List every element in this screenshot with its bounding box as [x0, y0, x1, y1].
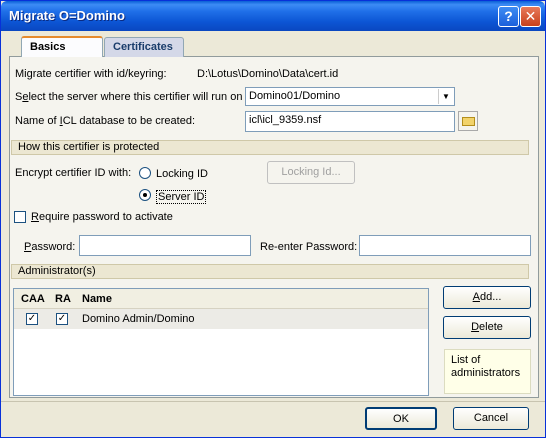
chevron-down-icon[interactable]: ▼ — [438, 89, 453, 104]
title-bar[interactable]: Migrate O=Domino ? ✕ — [1, 1, 545, 31]
delete-accel: D — [471, 321, 480, 333]
server-id-radio[interactable] — [139, 189, 151, 201]
close-button[interactable]: ✕ — [520, 6, 541, 27]
certifier-label: Migrate certifier with id/keyring: — [15, 68, 167, 80]
footer-divider — [1, 401, 545, 402]
column-ra[interactable]: RA — [55, 293, 71, 305]
password-input[interactable] — [79, 235, 251, 256]
administrators-info: List of administrators — [444, 349, 531, 394]
window-title: Migrate O=Domino — [9, 8, 125, 23]
table-header: CAA RA Name — [14, 289, 428, 309]
require-password-label: Require password to activate — [31, 211, 173, 223]
cancel-button[interactable]: Cancel — [453, 407, 529, 430]
server-label-post: lect the server where this certifier wil… — [28, 91, 249, 103]
administrators-table[interactable]: CAA RA Name ✓ ✓ Domino Admin/Domino — [13, 288, 429, 396]
delete-text: elete — [479, 321, 503, 333]
add-accel: A — [472, 291, 480, 303]
ok-button[interactable]: OK — [365, 407, 437, 430]
browse-folder-button[interactable] — [458, 111, 478, 131]
delete-admin-button[interactable]: Delete — [443, 316, 531, 339]
server-id-label: Server ID — [156, 190, 207, 204]
reenter-password-label: Re-enter Password: — [260, 241, 358, 253]
require-password-accel: R — [31, 211, 39, 223]
server-select-value: Domino01/Domino — [249, 90, 341, 102]
help-button[interactable]: ? — [498, 6, 519, 27]
encrypt-label: Encrypt certifier ID with: — [15, 167, 132, 179]
certifier-path: D:\Lotus\Domino\Data\cert.id — [197, 68, 339, 80]
locking-id-button[interactable]: Locking Id... — [267, 161, 355, 184]
migrate-dialog: Migrate O=Domino ? ✕ Basics Certificates… — [0, 0, 546, 438]
icl-database-input[interactable]: icl\icl_9359.nsf — [245, 111, 455, 132]
icl-label-post: CL database to be created: — [62, 115, 195, 127]
administrators-section-header: Administrator(s) — [11, 264, 529, 279]
server-select[interactable]: Domino01/Domino ▼ — [245, 87, 455, 106]
add-admin-button[interactable]: Add... — [443, 286, 531, 309]
add-text: dd... — [479, 291, 502, 303]
column-caa[interactable]: CAA — [21, 293, 45, 305]
locking-id-label: Locking ID — [156, 168, 208, 180]
tab-certificates[interactable]: Certificates — [104, 37, 184, 57]
reenter-password-input[interactable] — [359, 235, 531, 256]
table-row[interactable]: ✓ ✓ Domino Admin/Domino — [14, 309, 428, 329]
icl-label: Name of ICL database to be created: — [15, 115, 195, 127]
locking-id-radio[interactable] — [139, 167, 151, 179]
ra-checkbox[interactable]: ✓ — [56, 313, 68, 325]
password-label: Password: — [24, 241, 75, 253]
require-password-text: equire password to activate — [38, 211, 173, 223]
protection-section-header: How this certifier is protected — [11, 140, 529, 155]
password-text: assword: — [31, 241, 76, 253]
require-password-checkbox[interactable] — [14, 211, 26, 223]
tab-basics[interactable]: Basics — [21, 36, 103, 57]
icl-label-pre: Name of — [15, 115, 60, 127]
admin-name: Domino Admin/Domino — [82, 313, 195, 325]
caa-checkbox[interactable]: ✓ — [26, 313, 38, 325]
folder-icon — [462, 117, 475, 126]
server-label: Select the server where this certifier w… — [15, 91, 249, 103]
column-name[interactable]: Name — [82, 293, 112, 305]
